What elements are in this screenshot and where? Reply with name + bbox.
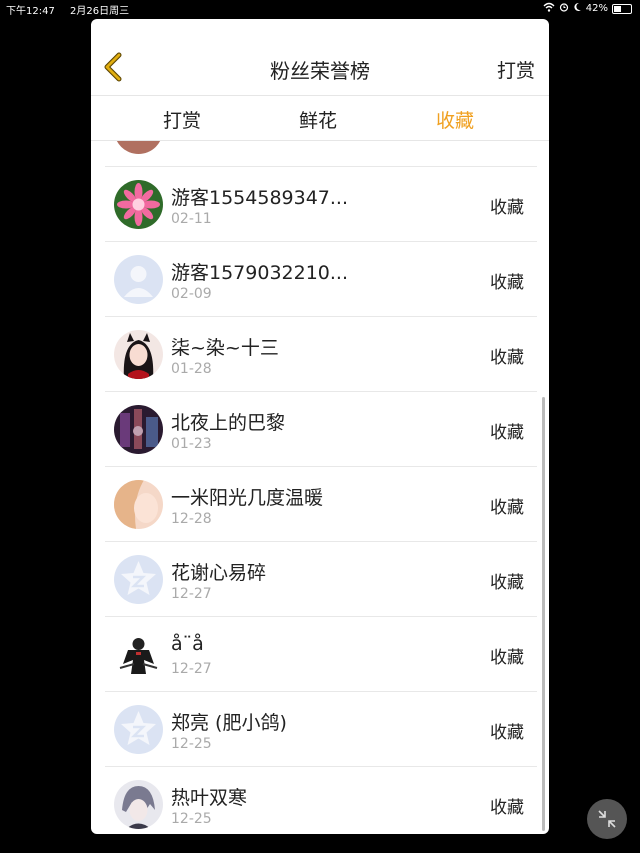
battery-icon [612,3,632,14]
anime-boy-icon [114,780,163,829]
fan-name: 热叶双寒 [171,787,248,809]
fan-date: 02-09 [171,286,212,302]
fan-name: 游客1579032210... [171,262,349,284]
fan-name: 北夜上的巴黎 [171,412,286,434]
pink-flower-icon [114,180,163,229]
tab-tip[interactable]: 打赏 [163,106,201,133]
status-time: 下午12:47 [6,6,55,17]
anime-figure-icon [119,638,158,674]
list-item[interactable]: 游客1554589347... 02-11 收藏 [91,167,549,242]
list-item[interactable]: 花谢心易碎 12-27 收藏 [91,542,549,617]
favorite-label: 收藏 [490,723,524,743]
anime-girl-icon [114,330,163,379]
favorite-label: 收藏 [490,498,524,518]
fan-name: 游客1554589347... [171,187,349,209]
status-bar: 下午12:47 2月26日周三 42% [0,0,640,18]
fan-name: å¨å [171,633,204,655]
qzone-star-icon [121,711,156,745]
tab-bar: 打赏 鲜花 收藏 [91,96,549,141]
favorite-label: 收藏 [490,348,524,368]
moon-icon [573,2,582,15]
avatar [114,555,163,604]
status-date: 2月26日周三 [70,6,130,17]
avatar [114,141,163,154]
favorite-label: 收藏 [490,198,524,218]
alarm-icon [559,2,569,15]
fans-honor-panel: 粉丝荣誉榜 打赏 打赏 鲜花 收藏 游客1554589347... 02-11 … [91,19,549,834]
avatar [114,180,163,229]
qzone-star-icon [121,561,156,595]
list-item[interactable]: 热叶双寒 12-25 收藏 [91,767,549,834]
avatar [114,330,163,379]
fan-date: 12-28 [171,511,212,527]
minimize-button[interactable] [587,799,627,839]
favorite-label: 收藏 [490,423,524,443]
avatar [114,255,163,304]
fan-list[interactable]: 游客1554589347... 02-11 收藏 游客1579032210...… [91,141,549,834]
blonde-photo-icon [114,480,163,529]
fan-date: 01-23 [171,436,212,452]
scrollbar[interactable] [542,397,545,831]
tab-flower[interactable]: 鲜花 [299,106,337,133]
avatar [114,780,163,829]
avatar [114,480,163,529]
tab-favorite[interactable]: 收藏 [436,106,474,133]
fan-date: 12-25 [171,811,212,827]
default-person-icon [124,266,153,297]
wifi-icon [543,2,555,15]
dark-photo-icon [114,405,163,454]
list-item[interactable]: 一米阳光几度温暖 12-28 收藏 [91,467,549,542]
favorite-label: 收藏 [490,573,524,593]
avatar [114,630,163,679]
fan-date: 12-27 [171,586,212,602]
tip-button[interactable]: 打赏 [497,56,535,83]
fan-name: 郑亮 (肥小鸽) [171,712,287,734]
list-item[interactable] [91,141,549,167]
fan-name: 一米阳光几度温暖 [171,487,324,509]
fan-date: 12-25 [171,736,212,752]
list-item[interactable]: 北夜上的巴黎 01-23 收藏 [91,392,549,467]
fan-date: 12-27 [171,661,212,677]
battery-percent: 42% [585,3,608,14]
fan-name: 花谢心易碎 [171,562,267,584]
collapse-arrows-icon [598,810,616,828]
favorite-label: 收藏 [490,273,524,293]
list-item[interactable]: 游客1579032210... 02-09 收藏 [91,242,549,317]
fan-date: 01-28 [171,361,212,377]
favorite-label: 收藏 [490,798,524,818]
nav-bar: 粉丝荣誉榜 打赏 [91,19,549,96]
fan-date: 02-11 [171,211,212,227]
avatar [114,405,163,454]
list-item[interactable]: å¨å 12-27 收藏 [91,617,549,692]
fan-name: 柒~染~十三 [171,337,279,359]
avatar [114,705,163,754]
list-item[interactable]: 柒~染~十三 01-28 收藏 [91,317,549,392]
favorite-label: 收藏 [490,648,524,668]
page-title: 粉丝荣誉榜 [270,59,370,83]
list-item[interactable]: 郑亮 (肥小鸽) 12-25 收藏 [91,692,549,767]
